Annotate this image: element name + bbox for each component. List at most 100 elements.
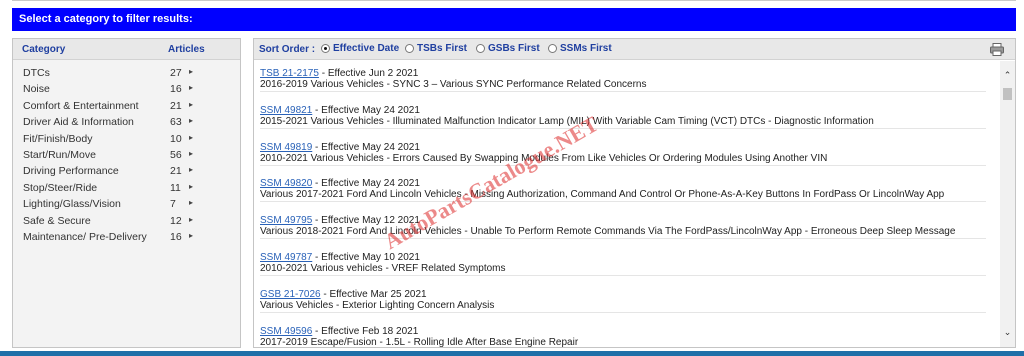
category-row[interactable]: Driver Aid & Information 63 ▸ xyxy=(13,114,240,130)
printer-icon[interactable] xyxy=(990,43,1004,56)
sort-option[interactable]: TSBs First xyxy=(405,43,467,54)
result-item: GSB 21-7026 - Effective Mar 25 2021 Vario… xyxy=(260,282,986,313)
triangle-right-icon: ▸ xyxy=(189,230,194,240)
triangle-right-icon: ▸ xyxy=(189,148,194,158)
category-name: Fit/Finish/Body xyxy=(23,132,93,145)
bulletin-link[interactable]: TSB 21-2175 xyxy=(260,68,319,79)
result-description: 2017-2019 Escape/Fusion - 1.5L - Rolling… xyxy=(260,336,579,347)
category-row[interactable]: Noise 16 ▸ xyxy=(13,81,240,97)
sort-option-label: GSBs First xyxy=(488,43,540,54)
results-scrollbar[interactable]: ⌃ ⌄ xyxy=(1000,61,1015,347)
category-name: Lighting/Glass/Vision xyxy=(23,198,121,211)
category-count: 27 xyxy=(170,67,182,79)
triangle-right-icon: ▸ xyxy=(189,132,194,142)
sort-bar: Sort Order : Effective Date TSBs First GSB… xyxy=(254,39,1015,60)
bulletin-link[interactable]: SSM 49820 xyxy=(260,178,312,189)
chevron-down-icon[interactable]: ⌄ xyxy=(1000,326,1015,339)
category-name: Driving Performance xyxy=(23,165,119,178)
category-count: 63 xyxy=(170,116,182,129)
category-row[interactable]: Start/Run/Move 56 ▸ xyxy=(13,147,240,163)
effective-date: - Effective Mar 25 2021 xyxy=(320,288,427,300)
result-description: 2010-2021 Various Vehicles - Errors Caus… xyxy=(260,152,828,164)
result-item: TSB 21-2175 - Effective Jun 2 2021 2016-2… xyxy=(260,61,986,92)
result-header: SSM 49820 - Effective May 24 2021 xyxy=(260,178,420,189)
radio-button[interactable] xyxy=(321,44,330,53)
effective-date: - Effective Jun 2 2021 xyxy=(318,68,419,79)
radio-button[interactable] xyxy=(548,44,557,53)
scrollbar-thumb[interactable] xyxy=(1003,88,1012,100)
category-count: 12 xyxy=(170,214,182,227)
articles-column-header: Articles xyxy=(168,44,205,55)
category-row[interactable]: Safe & Secure 12 ▸ xyxy=(13,213,240,229)
result-item: SSM 49820 - Effective May 24 2021 Various… xyxy=(260,171,986,203)
category-name: Stop/Steer/Ride xyxy=(23,181,98,194)
result-description: Various 2017-2021 Ford And Lincoln Vehic… xyxy=(260,189,945,201)
category-count: 21 xyxy=(170,99,182,112)
result-header: TSB 21-2175 - Effective Jun 2 2021 xyxy=(260,68,418,79)
effective-date: - Effective May 12 2021 xyxy=(312,215,420,227)
category-row[interactable]: Comfort & Entertainment 21 ▸ xyxy=(13,98,240,114)
sort-option-label: SSMs First xyxy=(560,43,612,54)
category-name: Safe & Secure xyxy=(23,214,91,227)
result-header: SSM 49819 - Effective May 24 2021 xyxy=(260,142,420,153)
result-description: Various 2018-2021 Ford And Lincoln Vehic… xyxy=(260,226,956,238)
sort-option[interactable]: SSMs First xyxy=(548,43,612,54)
footer-bar xyxy=(0,351,1024,356)
category-column-header: Category xyxy=(22,44,66,55)
result-item: SSM 49787 - Effective May 10 2021 2010-20… xyxy=(260,245,986,276)
category-name: Maintenance/ Pre-Delivery xyxy=(23,230,147,243)
bulletin-link[interactable]: GSB 21-7026 xyxy=(260,289,321,300)
sort-option[interactable]: Effective Date xyxy=(321,43,399,54)
category-header: Category Articles xyxy=(13,39,240,60)
sort-option-label: TSBs First xyxy=(417,43,468,54)
category-row[interactable]: DTCs 27 ▸ xyxy=(13,65,240,81)
chevron-up-icon[interactable]: ⌃ xyxy=(1000,69,1015,82)
category-row[interactable]: Stop/Steer/Ride 11 ▸ xyxy=(13,180,240,196)
result-description: Various Vehicles - Exterior Lighting Con… xyxy=(260,299,495,311)
category-row[interactable]: Maintenance/ Pre-Delivery 16 ▸ xyxy=(13,229,240,245)
category-name: Start/Run/Move xyxy=(23,148,96,161)
category-name: Driver Aid & Information xyxy=(23,116,134,129)
result-header: SSM 49596 - Effective Feb 18 2021 xyxy=(260,326,418,337)
category-list: DTCs 27 ▸ Noise 16 ▸ Comfort & Entertainment 21… xyxy=(13,60,240,245)
result-header: SSM 49821 - Effective May 24 2021 xyxy=(260,105,420,116)
result-item: SSM 49821 - Effective May 24 2021 2015-20… xyxy=(260,98,986,129)
sort-option-label: Effective Date xyxy=(333,43,400,54)
bulletin-link[interactable]: SSM 49795 xyxy=(260,215,312,226)
effective-date: - Effective May 10 2021 xyxy=(312,252,420,263)
category-count: 56 xyxy=(170,148,182,161)
bulletin-link[interactable]: SSM 49819 xyxy=(260,142,312,153)
category-panel: Category Articles DTCs 27 ▸ Noise 16 ▸ Comfort… xyxy=(12,38,241,348)
sort-option[interactable]: GSBs First xyxy=(476,43,540,54)
effective-date: - Effective May 24 2021 xyxy=(312,104,420,116)
result-item: SSM 49596 - Effective Feb 18 2021 2017-20… xyxy=(260,319,986,347)
category-count: 21 xyxy=(170,165,182,178)
triangle-right-icon: ▸ xyxy=(189,214,194,224)
bulletin-link[interactable]: SSM 49787 xyxy=(260,252,312,263)
triangle-right-icon: ▸ xyxy=(189,116,194,126)
category-count: 16 xyxy=(170,83,182,96)
effective-date: - Effective Feb 18 2021 xyxy=(312,325,419,337)
category-row[interactable]: Driving Performance 21 ▸ xyxy=(13,163,240,179)
result-description: 2016-2019 Various Vehicles - SYNC 3 – Va… xyxy=(260,79,647,90)
category-name: Noise xyxy=(23,83,50,96)
filter-banner: Select a category to filter results: xyxy=(12,8,1016,31)
triangle-right-icon: ▸ xyxy=(189,99,194,109)
radio-button[interactable] xyxy=(476,44,485,53)
radio-button[interactable] xyxy=(405,44,414,53)
bulletin-link[interactable]: SSM 49821 xyxy=(260,105,312,116)
bulletin-link[interactable]: SSM 49596 xyxy=(260,326,312,337)
category-name: Comfort & Entertainment xyxy=(23,99,139,112)
result-header: SSM 49787 - Effective May 10 2021 xyxy=(260,252,420,263)
result-header: SSM 49795 - Effective May 12 2021 xyxy=(260,215,420,226)
top-divider xyxy=(12,0,1016,6)
category-row[interactable]: Fit/Finish/Body 10 ▸ xyxy=(13,131,240,147)
effective-date: - Effective May 24 2021 xyxy=(312,141,420,153)
triangle-right-icon: ▸ xyxy=(189,67,194,76)
results-list: TSB 21-2175 - Effective Jun 2 2021 2016-2… xyxy=(254,61,1001,347)
category-row[interactable]: Lighting/Glass/Vision 7 ▸ xyxy=(13,196,240,212)
triangle-right-icon: ▸ xyxy=(189,83,194,93)
category-count: 7 xyxy=(170,198,176,211)
sort-order-label: Sort Order : xyxy=(259,44,316,55)
effective-date: - Effective May 24 2021 xyxy=(312,178,420,190)
